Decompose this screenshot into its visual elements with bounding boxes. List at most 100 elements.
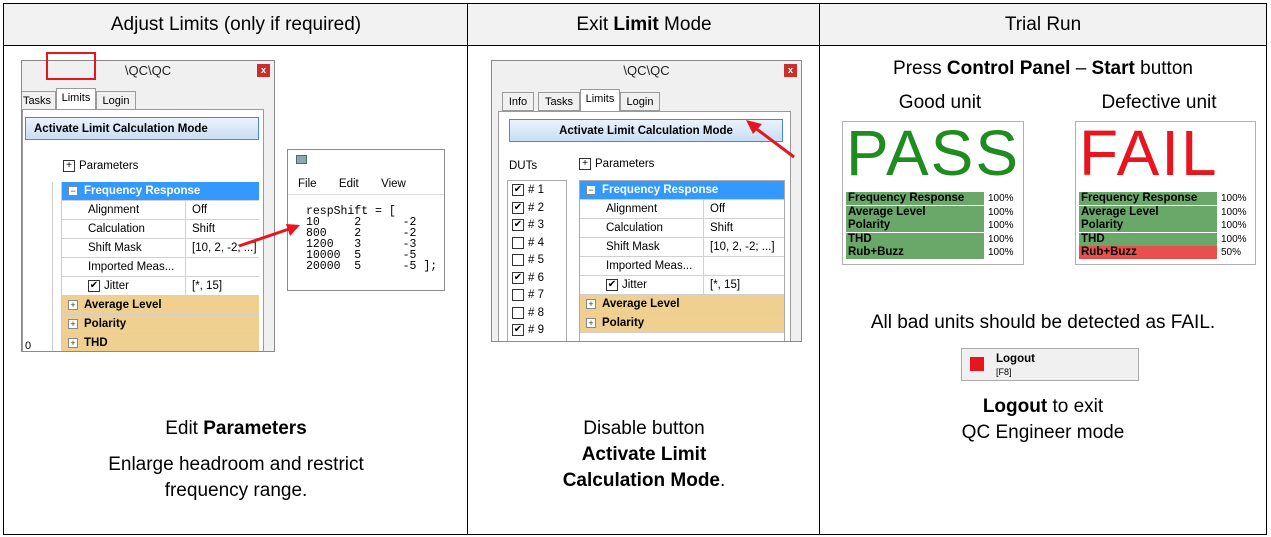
property-row[interactable]: + Average Level	[580, 295, 784, 314]
limits-panel: Activate Limit Calculation Mode + Paramet…	[22, 109, 264, 351]
property-row[interactable]: ✔ Jitter [*, 15]	[580, 276, 784, 295]
result-name: Average Level	[1079, 205, 1217, 219]
result-percent: 50%	[1221, 247, 1242, 258]
checkbox-checked-icon[interactable]: ✔	[606, 278, 618, 291]
checkbox-unchecked-icon[interactable]	[512, 306, 524, 319]
expand-icon[interactable]: +	[63, 160, 75, 172]
dut-item[interactable]: ✔ # 9	[512, 324, 544, 336]
expand-icon[interactable]: +	[579, 158, 591, 170]
dut-label: # 5	[528, 254, 544, 267]
result-name: Polarity	[1079, 219, 1217, 232]
property-row[interactable]: Alignment Off	[62, 201, 259, 220]
property-name: Alignment	[84, 201, 186, 219]
property-row[interactable]: − Frequency Response	[62, 182, 259, 201]
checkbox-checked-icon[interactable]: ✔	[512, 184, 524, 196]
dut-item[interactable]: ✔ # 1	[512, 184, 544, 196]
result-name: Polarity	[846, 219, 984, 232]
expand-icon[interactable]: +	[586, 318, 596, 328]
property-value[interactable]: [*, 15]	[705, 276, 784, 294]
checkbox-checked-icon[interactable]: ✔	[512, 324, 524, 336]
property-row[interactable]: Calculation Shift	[62, 220, 259, 239]
result-percent: 100%	[988, 193, 1014, 204]
group-label: Average Level	[84, 299, 162, 311]
property-row[interactable]: + Polarity	[62, 315, 259, 334]
tab-limits[interactable]: Limits	[580, 89, 620, 111]
caption-prefix: Edit	[165, 418, 204, 439]
result-percent: 100%	[1221, 220, 1247, 231]
logout-red-icon	[970, 357, 984, 371]
expand-icon[interactable]: +	[586, 299, 596, 309]
expand-icon[interactable]: +	[68, 338, 78, 348]
tab-login[interactable]: Login	[96, 91, 136, 110]
limits-tab-highlight	[46, 52, 96, 80]
property-row[interactable]: + Average Level	[62, 296, 259, 315]
result-percent: 100%	[988, 220, 1014, 231]
dut-item[interactable]: # 7	[512, 289, 544, 301]
property-value[interactable]: [10, 2, -2; ...]	[705, 238, 784, 256]
tab-tasks[interactable]: Tasks	[22, 91, 56, 110]
tab-limits[interactable]: Limits	[56, 88, 96, 110]
menu-edit[interactable]: Edit	[339, 178, 359, 190]
dut-label: # 1	[528, 184, 544, 197]
checkbox-checked-icon[interactable]: ✔	[88, 279, 100, 292]
dut-label: # 4	[528, 236, 544, 249]
tab-info[interactable]: Info	[502, 92, 534, 111]
property-value[interactable]: [*, 15]	[187, 277, 259, 295]
property-row[interactable]: ✔ Jitter [*, 15]	[62, 277, 259, 296]
property-row[interactable]: Alignment Off	[580, 200, 784, 219]
activate-limit-calculation-button[interactable]: Activate Limit Calculation Mode	[25, 117, 259, 140]
dut-item[interactable]: ✔ # 3	[512, 219, 544, 231]
property-row[interactable]: Imported Meas...	[62, 258, 259, 277]
result-name: THD	[846, 232, 984, 246]
tab-login[interactable]: Login	[620, 92, 660, 111]
dut-item[interactable]: ✔ # 2	[512, 201, 544, 214]
property-value[interactable]: Shift	[705, 219, 784, 237]
property-name: Alignment	[602, 200, 704, 218]
menu-file[interactable]: File	[298, 178, 317, 190]
property-row[interactable]: Calculation Shift	[580, 219, 784, 238]
checkbox-unchecked-icon[interactable]	[512, 289, 524, 301]
fail-scorecard: FAIL Frequency Response 100% Average Level…	[1075, 117, 1256, 265]
collapse-icon[interactable]: −	[586, 185, 596, 195]
press-prefix: Press	[893, 58, 947, 79]
tab-tasks[interactable]: Tasks	[538, 92, 580, 111]
logout-instruction: Logout to exit QC Engineer mode	[820, 394, 1266, 446]
col2-caption: Disable button Activate Limit Calculatio…	[468, 416, 820, 494]
checkbox-checked-icon[interactable]: ✔	[512, 219, 524, 231]
header-exit-limit-mode: Exit Limit Mode	[468, 4, 820, 46]
menu-view[interactable]: View	[381, 178, 406, 190]
property-row[interactable]: + Polarity	[580, 314, 784, 333]
property-row[interactable]: − Frequency Response	[580, 181, 784, 200]
parameters-node[interactable]: + Parameters	[63, 160, 138, 172]
result-name: Rub+Buzz	[1079, 246, 1217, 259]
logout-button[interactable]: Logout [F8]	[961, 348, 1139, 381]
property-grid: − Frequency Response Alignment Off Calculati…	[579, 180, 785, 341]
checkbox-unchecked-icon[interactable]	[512, 254, 524, 266]
property-row[interactable]: Shift Mask [10, 2, -2; ...]	[580, 238, 784, 257]
dut-item[interactable]: # 5	[512, 254, 544, 266]
dut-item[interactable]: # 4	[512, 236, 544, 249]
checkbox-unchecked-icon[interactable]	[512, 236, 524, 249]
press-start-instruction: Press Control Panel – Start button	[820, 56, 1266, 82]
checkbox-checked-icon[interactable]: ✔	[512, 271, 524, 284]
code-text[interactable]: respShift = [ 10 2 -2 800 2 -2 1200 3 -3…	[306, 206, 437, 273]
close-icon[interactable]: x	[257, 64, 270, 77]
property-row[interactable]: Imported Meas...	[580, 257, 784, 276]
parameters-node[interactable]: + Parameters	[579, 158, 654, 170]
header2-suffix: Mode	[658, 14, 712, 35]
property-value[interactable]: Off	[187, 201, 259, 219]
close-icon[interactable]: x	[784, 64, 797, 77]
property-row[interactable]: + THD	[62, 334, 259, 351]
dut-item[interactable]: ✔ # 6	[512, 271, 544, 284]
dut-label: # 2	[528, 201, 544, 214]
expand-icon[interactable]: +	[68, 319, 78, 329]
press-suffix: button	[1134, 58, 1193, 79]
checkbox-checked-icon[interactable]: ✔	[512, 201, 524, 214]
instruction-table: Adjust Limits (only if required) Exit Li…	[3, 3, 1267, 535]
press-bold1: Control Panel	[946, 58, 1071, 79]
expand-icon[interactable]: +	[68, 300, 78, 310]
property-row[interactable]: Shift Mask [10, 2, -2; ...]	[62, 239, 259, 258]
property-value[interactable]: Off	[705, 200, 784, 218]
collapse-icon[interactable]: −	[68, 186, 78, 196]
dut-item[interactable]: # 8	[512, 306, 544, 319]
